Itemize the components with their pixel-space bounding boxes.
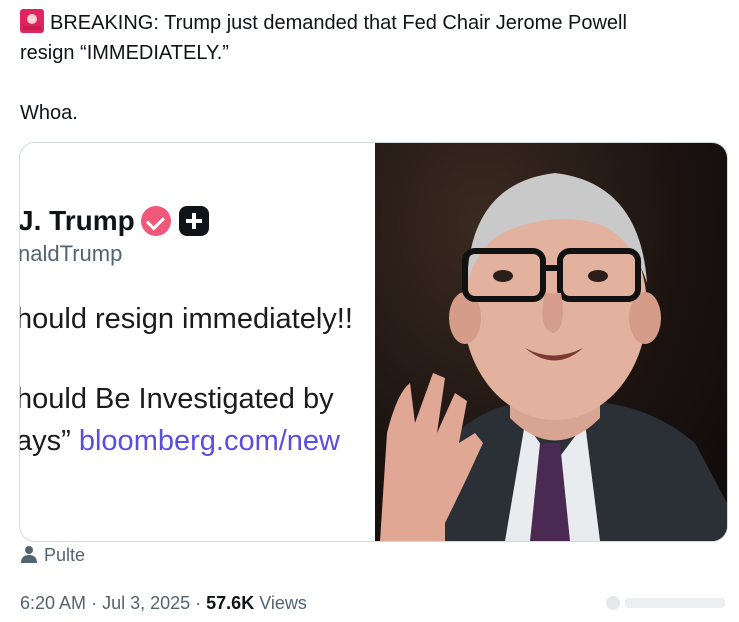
siren-emoji-icon: [20, 9, 44, 33]
tweet-spacer: [20, 68, 720, 98]
embedded-name-text: J. Trump: [20, 205, 135, 236]
tweet-line-1: BREAKING: Trump just demanded that Fed C…: [20, 8, 720, 38]
embedded-post-line-3-text: ays”: [20, 425, 71, 457]
author-name: Pulte: [44, 545, 86, 565]
tweet-text: BREAKING: Trump just demanded that Fed C…: [20, 8, 720, 128]
embedded-post-line-1: hould resign immediately!!: [20, 303, 353, 335]
tweet-date[interactable]: Jul 3, 2025: [102, 593, 190, 613]
watermark-logo: [606, 596, 725, 610]
tweet-meta: 6:20 AM · Jul 3, 2025 · 57.6K Views: [20, 593, 307, 614]
person-icon: [21, 546, 37, 563]
embedded-post-screenshot[interactable]: J. Trump naldTrump hould resign immediat…: [20, 143, 375, 541]
tweet-line-3: Whoa.: [20, 102, 78, 124]
verified-badge-icon: [140, 206, 171, 236]
tweet-breaking-text: BREAKING: Trump just demanded that Fed C…: [50, 12, 627, 34]
embedded-post-line-2: hould Be Investigated by: [20, 383, 334, 415]
author-tag[interactable]: Pulte: [20, 545, 85, 566]
embedded-link: bloomberg.com/new: [78, 425, 340, 457]
powell-photo-illustration: [380, 173, 727, 541]
separator-dot: ·: [195, 593, 207, 613]
embedded-author-name: J. Trump: [20, 205, 209, 237]
powell-photo[interactable]: [375, 143, 727, 541]
separator-dot: ·: [91, 593, 103, 613]
embedded-handle: naldTrump: [20, 241, 123, 266]
media-attachment[interactable]: J. Trump naldTrump hould resign immediat…: [19, 142, 728, 542]
views-label: Views: [259, 593, 307, 613]
tweet-line-2: resign “IMMEDIATELY.”: [20, 42, 229, 64]
views-count: 57.6K: [206, 593, 255, 613]
embedded-post-line-3: ays” bloomberg.com/new: [20, 425, 340, 458]
plus-app-icon: [178, 206, 209, 236]
tweet-time[interactable]: 6:20 AM: [20, 593, 86, 613]
